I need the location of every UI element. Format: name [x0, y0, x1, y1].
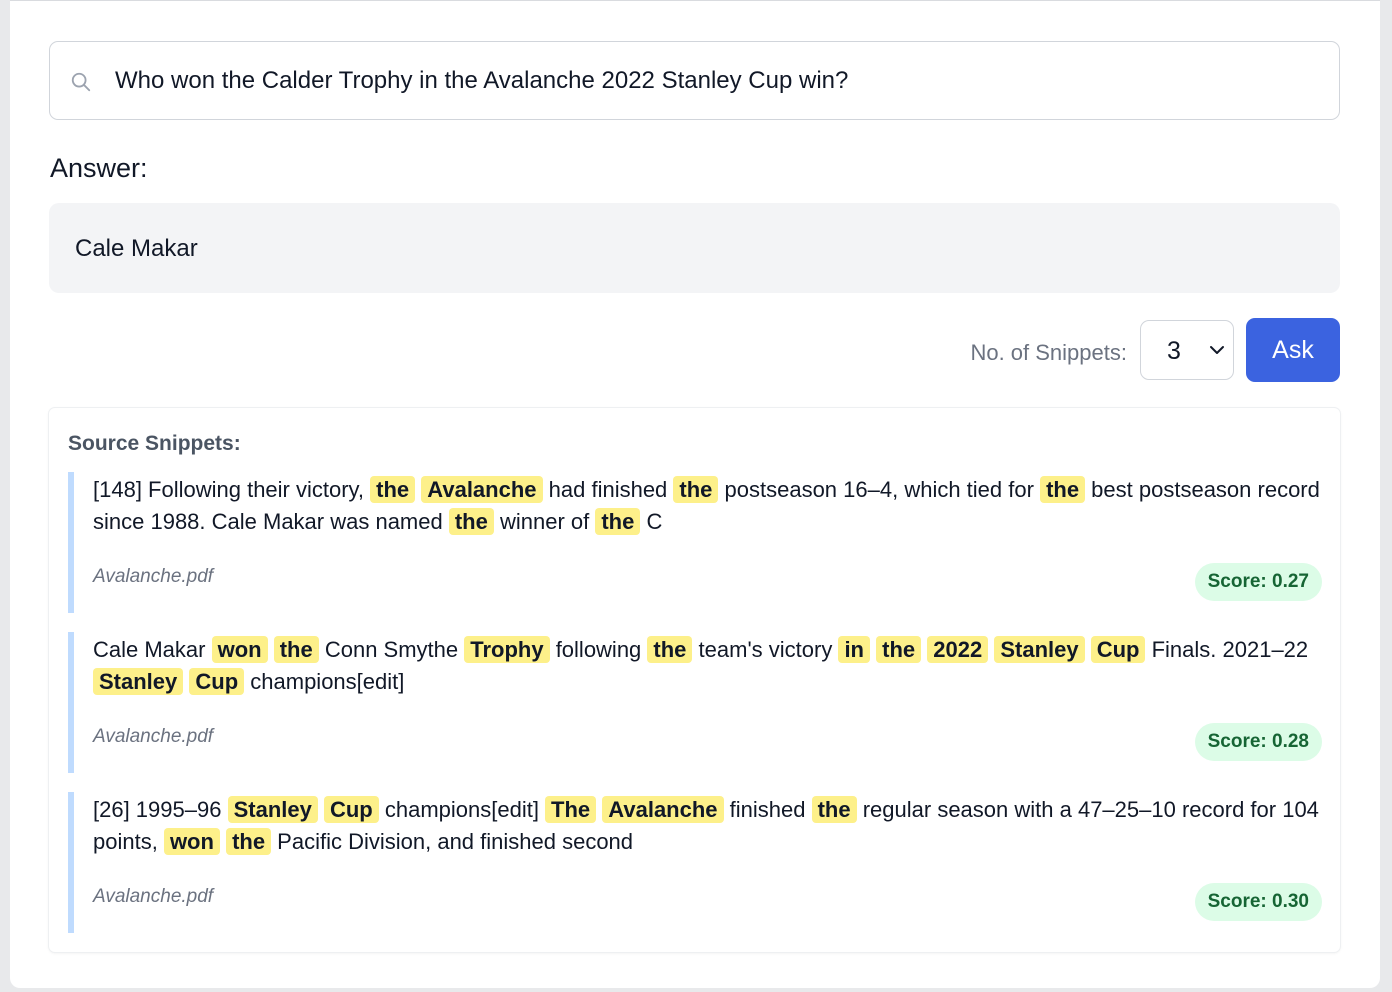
- highlighted-term: the: [647, 636, 693, 663]
- highlighted-term: in: [838, 636, 870, 663]
- snippet-text-segment: team's victory: [692, 637, 839, 662]
- search-input[interactable]: Who won the Calder Trophy in the Avalanc…: [49, 41, 1340, 120]
- snippet-text-segment: postseason 16–4, which tied for: [718, 477, 1041, 502]
- search-icon: [71, 72, 91, 92]
- snippet-card: [148] Following their victory, the Avala…: [68, 472, 1322, 613]
- highlighted-term: Stanley: [227, 796, 318, 823]
- highlighted-term: the: [673, 476, 719, 503]
- snippets-count-label: No. of Snippets:: [970, 340, 1127, 365]
- answer-heading: Answer:: [50, 153, 148, 183]
- highlighted-term: the: [876, 636, 922, 663]
- snippets-count-value: 3: [1167, 337, 1181, 365]
- highlighted-term: the: [448, 508, 494, 535]
- highlighted-term: the: [370, 476, 416, 503]
- snippet-text-segment: C: [640, 509, 663, 534]
- snippet-source: Avalanche.pdf: [93, 886, 214, 907]
- snippet-text-segment: [268, 637, 274, 662]
- highlighted-term: Avalanche: [421, 476, 543, 503]
- snippet-text-segment: Finals. 2021–22: [1145, 637, 1309, 662]
- snippet-text-segment: Pacific Division, and finished second: [271, 829, 634, 854]
- highlighted-term: the: [273, 636, 319, 663]
- snippet-text-segment: [1085, 637, 1091, 662]
- snippet-source: Avalanche.pdf: [93, 566, 214, 587]
- snippet-text-segment: Cale Makar: [93, 637, 212, 662]
- highlighted-term: the: [1040, 476, 1086, 503]
- score-badge: Score: 0.30: [1194, 883, 1322, 921]
- chevron-down-icon: [1210, 346, 1224, 354]
- highlighted-term: won: [211, 636, 268, 663]
- snippet-card: [26] 1995–96 Stanley Cup champions[edit]…: [68, 792, 1322, 933]
- qa-panel: Who won the Calder Trophy in the Avalanc…: [10, 0, 1380, 988]
- highlighted-term: the: [811, 796, 857, 823]
- snippet-text-segment: winner of: [493, 509, 596, 534]
- highlighted-term: The: [545, 796, 597, 823]
- highlighted-term: Stanley: [994, 636, 1085, 663]
- snippet-text: Cale Makar won the Conn Smythe Trophy fo…: [93, 634, 1325, 698]
- search-query-text[interactable]: Who won the Calder Trophy in the Avalanc…: [115, 67, 848, 95]
- highlighted-term: Trophy: [464, 636, 550, 663]
- snippet-text-segment: following: [549, 637, 648, 662]
- highlighted-term: the: [226, 828, 272, 855]
- score-badge: Score: 0.28: [1194, 723, 1322, 761]
- snippet-text-segment: finished: [723, 797, 812, 822]
- highlighted-term: Avalanche: [602, 796, 724, 823]
- highlighted-term: 2022: [927, 636, 989, 663]
- highlighted-term: Cup: [323, 796, 379, 823]
- snippet-text: [148] Following their victory, the Avala…: [93, 474, 1325, 538]
- highlighted-term: Cup: [1090, 636, 1146, 663]
- snippet-text-segment: champions[edit]: [378, 797, 546, 822]
- highlighted-term: the: [595, 508, 641, 535]
- snippet-card: Cale Makar won the Conn Smythe Trophy fo…: [68, 632, 1322, 773]
- snippet-source: Avalanche.pdf: [93, 726, 214, 747]
- highlighted-term: won: [163, 828, 220, 855]
- source-snippets-title: Source Snippets:: [68, 432, 241, 455]
- answer-box: Cale Makar: [49, 203, 1340, 293]
- snippet-text-segment: had finished: [542, 477, 674, 502]
- snippets-count-select[interactable]: 3: [1140, 320, 1234, 380]
- snippet-text-segment: [148] Following their victory,: [93, 477, 371, 502]
- highlighted-term: Cup: [189, 668, 245, 695]
- answer-text: Cale Makar: [75, 235, 198, 262]
- highlighted-term: Stanley: [93, 668, 184, 695]
- snippet-text: [26] 1995–96 Stanley Cup champions[edit]…: [93, 794, 1325, 858]
- snippet-text-segment: champions[edit]: [244, 669, 405, 694]
- snippet-text-segment: [26] 1995–96: [93, 797, 228, 822]
- score-badge: Score: 0.27: [1194, 563, 1322, 601]
- ask-button[interactable]: Ask: [1246, 318, 1340, 382]
- snippet-text-segment: Conn Smythe: [318, 637, 465, 662]
- source-snippets-panel: Source Snippets: [148] Following their v…: [49, 408, 1340, 952]
